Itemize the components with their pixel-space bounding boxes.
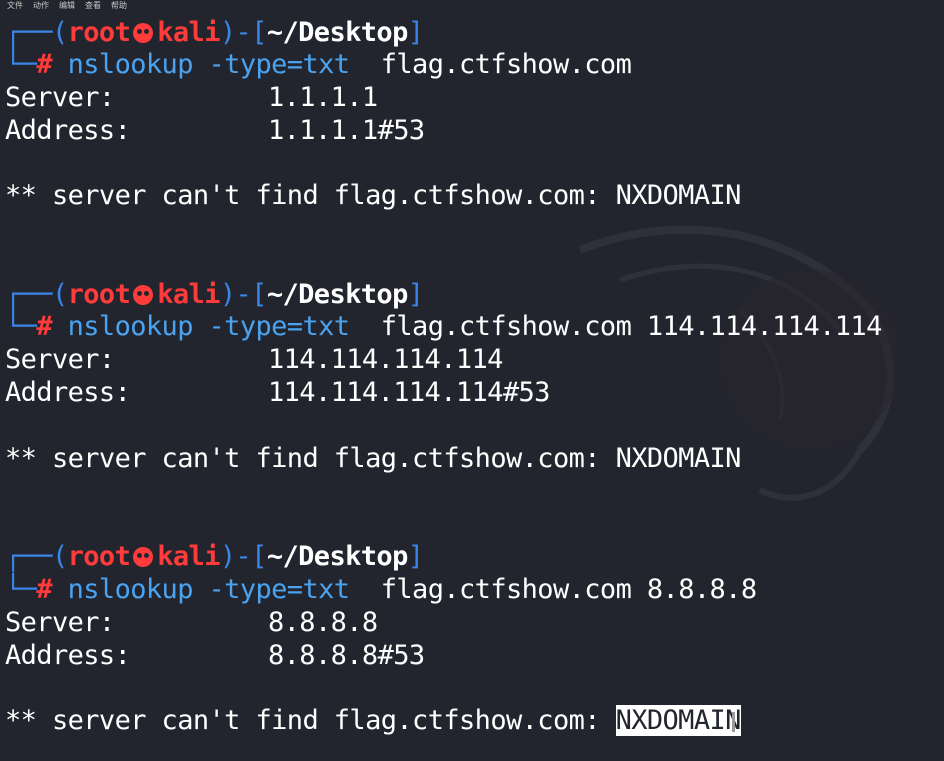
prompt-frame: └─ [5,49,37,80]
prompt-frame: ] [407,541,424,572]
prompt-frame: ┌──( [5,279,68,310]
prompt-frame: └─ [5,574,37,605]
prompt-path: ~/Desktop [266,279,409,310]
prompt-host: kali [157,279,220,310]
kali-skull-icon [133,285,154,305]
error-message: ** server can't find flag.ctfshow.com: [5,443,616,474]
prompt-user: root [67,541,131,572]
prompt-path: ~/Desktop [266,17,409,48]
address-label: Address: [5,640,131,671]
error-code: NXDOMAIN [615,443,742,474]
command-option: -type=txt [208,311,351,342]
error-line-1: ** server can't find flag.ctfshow.com: N… [5,180,741,212]
kali-skull-icon [133,547,154,567]
prompt-frame: ] [407,279,424,310]
server-value: 1.1.1.1 [268,82,378,113]
server-value: 8.8.8.8 [268,607,378,638]
command-args: flag.ctfshow.com 8.8.8.8 [349,574,757,605]
prompt-host: kali [157,17,220,48]
server-value: 114.114.114.114 [268,344,503,375]
prompt-hash: # [36,311,52,342]
error-code-selected[interactable]: NXDOMAIN [615,705,741,736]
address-line-1: Address: 1.1.1.1#53 [5,115,425,147]
command-option: -type=txt [208,49,351,80]
address-line-3: Address: 8.8.8.8#53 [5,640,425,672]
prompt-frame: ┌──( [5,541,68,572]
prompt-line-1: ┌──(root kali)-[~/Desktop] [5,17,424,49]
command-line-2: └─# nslookup -type=txt flag.ctfshow.com … [5,311,882,343]
server-label: Server: [5,344,115,375]
server-line-1: Server: 1.1.1.1 [5,82,378,114]
prompt-frame: └─ [5,311,37,342]
command-name: nslookup [67,574,194,605]
command-line-3: └─# nslookup -type=txt flag.ctfshow.com … [5,574,757,606]
address-value: 1.1.1.1#53 [268,115,425,146]
error-line-3: ** server can't find flag.ctfshow.com: N… [5,705,741,737]
server-line-3: Server: 8.8.8.8 [5,607,378,639]
text-cursor-icon [731,712,735,732]
menu-file[interactable]: 文件 [7,0,23,12]
error-message: ** server can't find flag.ctfshow.com: [5,180,616,211]
command-name: nslookup [67,49,194,80]
prompt-line-2: ┌──(root kali)-[~/Desktop] [5,279,424,311]
command-option: -type=txt [208,574,351,605]
prompt-frame: ] [407,17,424,48]
menu-actions[interactable]: 动作 [33,0,49,12]
menu-help[interactable]: 帮助 [111,0,127,12]
error-line-2: ** server can't find flag.ctfshow.com: N… [5,443,741,475]
prompt-user: root [67,279,131,310]
menu-view[interactable]: 查看 [85,0,101,12]
error-code: NXDOMAIN [615,180,742,211]
prompt-line-3: ┌──(root kali)-[~/Desktop] [5,541,424,573]
prompt-user: root [67,17,131,48]
prompt-frame: )-[ [219,279,268,310]
prompt-frame: ┌──( [5,17,68,48]
kali-skull-icon [133,23,154,43]
address-label: Address: [5,377,131,408]
address-value: 114.114.114.114#53 [268,377,550,408]
command-name: nslookup [67,311,194,342]
command-args: flag.ctfshow.com [349,49,632,80]
menu-bar: 文件 动作 编辑 查看 帮助 [0,0,944,12]
prompt-hash: # [36,49,52,80]
address-line-2: Address: 114.114.114.114#53 [5,377,550,409]
server-label: Server: [5,82,115,113]
prompt-path: ~/Desktop [266,541,409,572]
prompt-frame: )-[ [219,541,268,572]
server-label: Server: [5,607,115,638]
command-line-1: └─# nslookup -type=txt flag.ctfshow.com [5,49,632,81]
menu-edit[interactable]: 编辑 [59,0,75,12]
command-args: flag.ctfshow.com 114.114.114.114 [349,311,883,342]
prompt-host: kali [157,541,220,572]
prompt-frame: )-[ [219,17,268,48]
address-label: Address: [5,115,131,146]
address-value: 8.8.8.8#53 [268,640,425,671]
terminal-output[interactable]: ┌──(root kali)-[~/Desktop] └─# nslookup -… [0,17,944,761]
prompt-hash: # [36,574,52,605]
server-line-2: Server: 114.114.114.114 [5,344,503,376]
error-message: ** server can't find flag.ctfshow.com: [5,705,616,736]
